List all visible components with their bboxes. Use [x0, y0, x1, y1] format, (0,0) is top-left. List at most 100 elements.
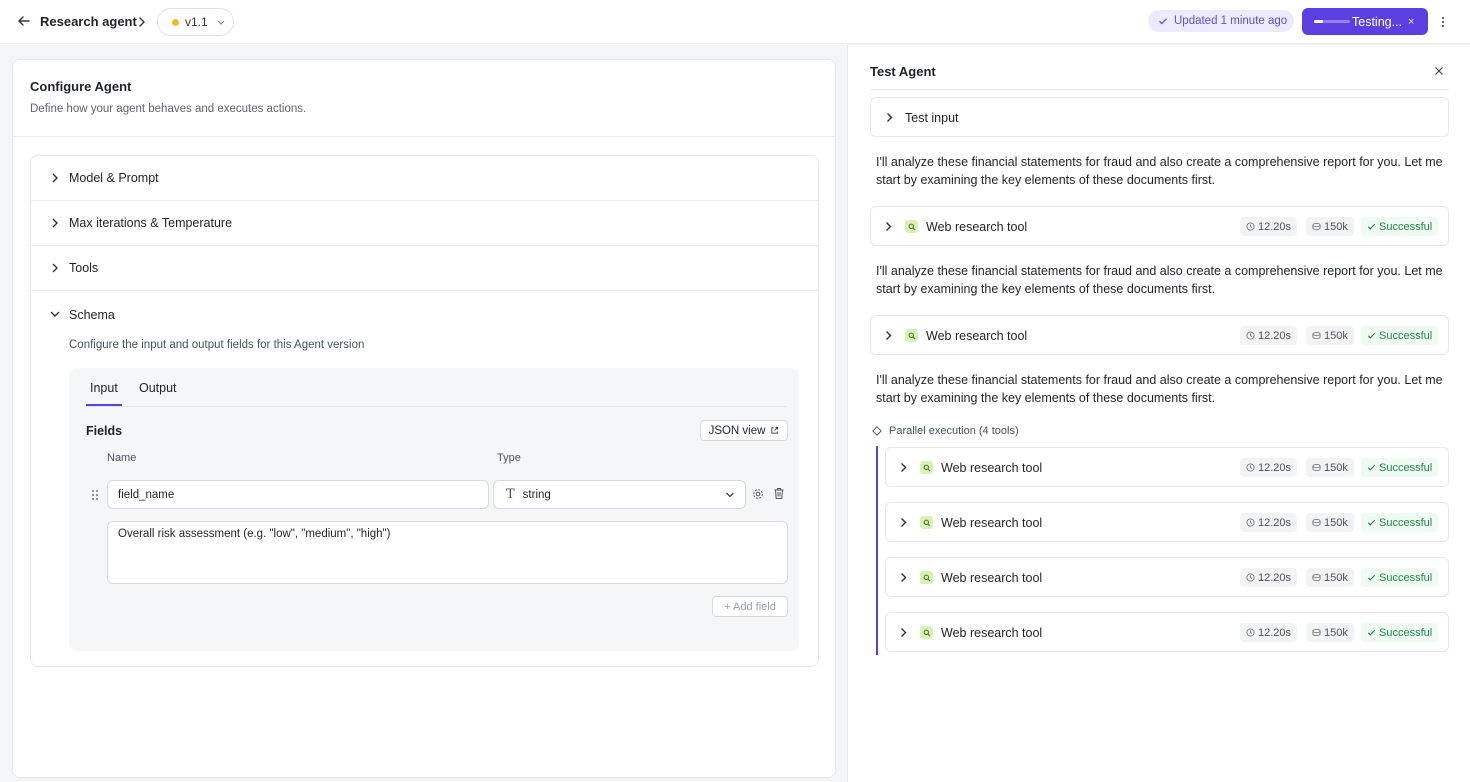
json-view-button[interactable]: JSON view — [700, 420, 788, 441]
schema-editor: Input Output Fields JSON view Name Type … — [69, 368, 799, 651]
tab-output[interactable]: Output — [139, 381, 177, 395]
duration-badge: 12.20s — [1240, 623, 1298, 642]
fields-title: Fields — [86, 424, 123, 438]
tokens-badge: 150k — [1306, 217, 1354, 236]
status-badge: Successful — [1361, 458, 1439, 477]
search-icon — [905, 329, 918, 342]
tokens-value: 150k — [1324, 516, 1348, 529]
chevron-right-icon — [52, 218, 58, 228]
database-icon — [1312, 331, 1321, 340]
test-input-row[interactable]: Test input — [870, 97, 1449, 137]
tokens-badge: 150k — [1306, 458, 1354, 477]
chevron-right-icon — [886, 222, 892, 231]
agent-message: I'll analyze these financial statements … — [876, 155, 1443, 187]
chevron-right-icon — [901, 628, 907, 637]
trash-icon[interactable] — [773, 487, 785, 500]
field-type-value: string — [522, 488, 551, 501]
tab-input[interactable]: Input — [90, 381, 118, 395]
field-name-input[interactable] — [107, 480, 489, 509]
duration-badge: 12.20s — [1240, 217, 1298, 236]
section-label: Tools — [69, 261, 99, 275]
field-description-input[interactable]: Overall risk assessment (e.g. "low", "me… — [107, 521, 788, 584]
tool-call-row[interactable]: Web research tool 12.20s 150k Successful — [870, 206, 1449, 246]
tool-call-row[interactable]: Web research tool 12.20s 150k Successful — [870, 315, 1449, 355]
top-bar: Research agent v1.1 Updated 1 minute ago… — [0, 0, 1470, 44]
close-icon[interactable]: × — [1408, 16, 1414, 28]
tool-name: Web research tool — [941, 516, 1043, 530]
section-label: Max iterations & Temperature — [69, 216, 233, 230]
tool-call-row[interactable]: Web research tool 12.20s 150k Successful — [885, 502, 1449, 542]
chevron-right-icon — [901, 463, 907, 472]
status-value: Successful — [1379, 516, 1433, 529]
duration-value: 12.20s — [1258, 626, 1292, 639]
status-value: Successful — [1379, 329, 1433, 342]
section-schema[interactable]: Schema — [31, 292, 818, 337]
clock-icon — [1246, 331, 1255, 340]
version-selector[interactable]: v1.1 — [157, 8, 234, 36]
arrow-left-icon[interactable] — [16, 13, 32, 29]
active-tab-indicator — [86, 404, 122, 406]
parallel-label-text: Parallel execution (4 tools) — [889, 425, 1019, 437]
search-icon — [920, 461, 933, 474]
gear-icon[interactable] — [752, 488, 764, 500]
tokens-badge: 150k — [1306, 513, 1354, 532]
tool-call-row[interactable]: Web research tool 12.20s 150k Successful — [885, 447, 1449, 487]
agent-name: Research agent — [40, 14, 137, 29]
clock-icon — [1246, 518, 1255, 527]
tabs-divider — [86, 406, 787, 407]
tool-call-row[interactable]: Web research tool 12.20s 150k Successful — [885, 612, 1449, 652]
field-type-select[interactable]: T string — [493, 480, 746, 509]
tokens-value: 150k — [1324, 626, 1348, 639]
tokens-value: 150k — [1324, 571, 1348, 584]
database-icon — [1312, 573, 1321, 582]
duration-value: 12.20s — [1258, 461, 1292, 474]
testing-button[interactable]: Testing... × — [1302, 8, 1428, 35]
status-badge: Successful — [1361, 326, 1439, 345]
status-badge: Successful — [1361, 623, 1439, 642]
drag-handle-icon[interactable] — [91, 489, 99, 501]
section-label: Schema — [69, 307, 115, 322]
section-max-iterations[interactable]: Max iterations & Temperature — [31, 201, 818, 246]
chevron-right-icon — [139, 17, 145, 27]
updated-status-badge: Updated 1 minute ago — [1148, 10, 1294, 32]
divider — [870, 89, 1449, 90]
parallel-group-line — [876, 446, 878, 655]
schema-subtitle: Configure the input and output fields fo… — [69, 339, 365, 351]
database-icon — [1312, 463, 1321, 472]
external-link-icon — [771, 426, 779, 434]
updated-label: Updated 1 minute ago — [1174, 15, 1288, 27]
duration-badge: 12.20s — [1240, 458, 1298, 477]
database-icon — [1312, 518, 1321, 527]
search-icon — [905, 220, 918, 233]
add-field-button[interactable]: + Add field — [712, 596, 788, 617]
tokens-badge: 150k — [1306, 568, 1354, 587]
testing-progress-bar — [1314, 20, 1350, 23]
search-icon — [920, 571, 933, 584]
tokens-badge: 150k — [1306, 623, 1354, 642]
tool-name: Web research tool — [926, 329, 1028, 343]
check-icon — [1159, 18, 1167, 25]
status-badge: Successful — [1361, 513, 1439, 532]
chevron-right-icon — [901, 573, 907, 582]
json-view-label: JSON view — [708, 424, 766, 437]
section-model-prompt[interactable]: Model & Prompt — [31, 156, 818, 201]
text-type-icon: T — [506, 487, 515, 502]
clock-icon — [1246, 628, 1255, 637]
configure-title: Configure Agent — [30, 79, 132, 94]
column-header-name: Name — [107, 452, 137, 464]
tokens-badge: 150k — [1306, 326, 1354, 345]
test-agent-title: Test Agent — [870, 64, 936, 79]
duration-value: 12.20s — [1258, 516, 1292, 529]
check-icon — [1367, 574, 1376, 581]
clock-icon — [1246, 222, 1255, 231]
status-value: Successful — [1379, 626, 1433, 639]
search-icon — [920, 626, 933, 639]
diamond-icon — [872, 426, 882, 436]
test-input-label: Test input — [905, 111, 959, 125]
duration-value: 12.20s — [1258, 220, 1292, 233]
close-icon[interactable] — [1434, 66, 1444, 76]
tool-call-row[interactable]: Web research tool 12.20s 150k Successful — [885, 557, 1449, 597]
section-tools[interactable]: Tools — [31, 246, 818, 291]
more-options-icon[interactable] — [1438, 14, 1448, 30]
database-icon — [1312, 628, 1321, 637]
